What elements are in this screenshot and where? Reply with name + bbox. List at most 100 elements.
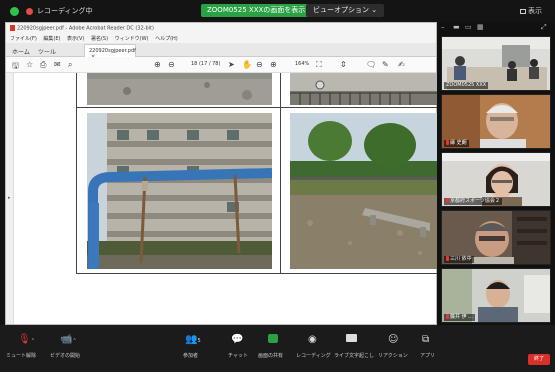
email-icon[interactable]: ✉ [54, 60, 61, 69]
sign-icon[interactable]: ✍ [398, 60, 405, 69]
muted-mic-icon [446, 198, 449, 203]
zoom-in-icon[interactable]: ⊕ [270, 60, 277, 69]
view-options-button[interactable]: ビューオプション ⌄ [306, 4, 385, 17]
chat-icon[interactable]: 💬 [231, 334, 243, 345]
zoom-window: レコーディング中 ZOOM0525 XXXの画面を表示しています ビューオプショ… [0, 0, 555, 372]
zoom-level[interactable]: 164% [295, 61, 309, 67]
document-viewport[interactable]: ▸ [6, 73, 445, 324]
start-video-button[interactable]: ビデオの開始 [50, 352, 80, 359]
live-transcript-button[interactable]: ライブ文字起こし [334, 352, 374, 359]
select-cursor-icon[interactable]: ➤ [228, 60, 235, 69]
page-down-icon[interactable]: ⊖ [168, 60, 175, 69]
expand-pane-icon[interactable]: ▸ [8, 195, 11, 201]
ground-photo-graphic [87, 73, 272, 105]
pdf-app-icon [10, 25, 15, 31]
apps-icon[interactable]: ⧉ [422, 334, 429, 345]
comment-icon[interactable]: 🗨 [366, 60, 376, 69]
acrobat-title-bar: 220920sgjpeer.pdf - Adobe Acrobat Reader… [6, 23, 436, 34]
participant-name: 三川 依中 [444, 256, 474, 263]
acrobat-window-title: 220920sgjpeer.pdf - Adobe Acrobat Reader… [17, 25, 154, 32]
participant-name-text: 藤井 伊 ... [450, 314, 473, 320]
muted-mic-icon [446, 256, 449, 261]
highlight-pen-icon[interactable]: ✎ [382, 60, 389, 69]
photo-park-bench [290, 113, 438, 269]
live-transcript-icon[interactable] [346, 334, 357, 345]
search-icon[interactable]: ⌕ [68, 60, 72, 70]
fence-photo-graphic [290, 73, 438, 105]
acrobat-menu-bar: ファイル(F) 編集(E) 表示(V) 署名(S) ウィンドウ(W) ヘルプ(H… [6, 34, 436, 43]
minimize-gallery-icon[interactable]: – [441, 23, 445, 31]
participants-count: 5 [197, 338, 201, 344]
grid-layout-icon[interactable]: ▦ [477, 23, 484, 31]
participant-name: 京都府スポーツ協会２ [444, 198, 502, 205]
print-icon[interactable]: ⎙ [40, 60, 46, 70]
apps-button[interactable]: アプリ [420, 352, 435, 359]
security-shield-icon[interactable] [10, 7, 19, 16]
menu-edit[interactable]: 編集(E) [43, 36, 60, 42]
menu-view[interactable]: 表示(V) [67, 36, 84, 42]
park-photo-graphic [290, 113, 438, 269]
menu-file[interactable]: ファイル(F) [10, 36, 37, 42]
tab-home[interactable]: ホーム [12, 47, 30, 56]
participant-name: 藤井 伊 ... [444, 314, 475, 321]
mic-muted-icon[interactable]: 🎙⌃ [18, 334, 35, 345]
tab-tools[interactable]: ツール [38, 47, 56, 56]
tab-document[interactable]: 220920sgjpeer.pdf × [84, 44, 136, 60]
photo-top-right-fence [290, 73, 438, 105]
left-pane-toggle[interactable]: ▸ [6, 73, 14, 324]
participant-name-text: 京都府スポーツ協会２ [450, 198, 500, 204]
participant-tile[interactable]: 縁 史朗 [441, 94, 551, 149]
participants-icon[interactable]: 👥5 [185, 334, 201, 345]
save-icon[interactable]: 🖫 [12, 60, 19, 74]
view-toggle-button[interactable]: 表示 [520, 6, 542, 16]
zoom-top-bar: レコーディング中 ZOOM0525 XXXの画面を表示しています ビューオプショ… [0, 0, 555, 22]
page-up-icon[interactable]: ⊕ [154, 60, 161, 69]
record-button[interactable]: レコーディング [296, 352, 331, 359]
reactions-button[interactable]: リアクション [378, 352, 408, 359]
pdf-page [76, 73, 445, 324]
unmute-button[interactable]: ミュート解除 [6, 352, 36, 359]
table-divider-horizontal [77, 107, 445, 108]
share-screen-button[interactable]: 画面の共有 [258, 352, 283, 359]
record-icon[interactable]: ◉ [308, 334, 317, 345]
expand-gallery-icon[interactable]: ⤢ [541, 23, 547, 32]
fit-page-icon[interactable]: ⛶ [316, 60, 322, 70]
participant-tile[interactable]: 京都府スポーツ協会２ [441, 152, 551, 207]
document-tab-label: 220920sgjpeer.pdf [89, 48, 136, 54]
acrobat-toolbar: 🖫 ☆ ⎙ ✉ ⌕ ⊕ ⊖ 18 (17 / 78) ➤ ✋ ⊖ ⊕ 164% … [6, 57, 436, 73]
chat-button[interactable]: チャット [228, 352, 248, 359]
photo-top-left-ground [87, 73, 272, 105]
menu-help[interactable]: ヘルプ(H) [155, 36, 178, 42]
end-meeting-button[interactable]: 終了 [528, 354, 550, 365]
recording-label: レコーディング中 [37, 7, 93, 15]
video-gallery-panel: – ▬ ▭ ▦ ⤢ ZOOM0525 XXX 縁 史朗 京都府スポーツ協会２ 三… [437, 22, 555, 325]
page-indicator[interactable]: 18 (17 / 78) [191, 61, 220, 67]
participant-tile[interactable]: ZOOM0525 XXX [441, 36, 551, 91]
menu-window[interactable]: ウィンドウ(W) [115, 36, 149, 42]
view-toggle-label: 表示 [528, 7, 542, 15]
recording-indicator-icon [26, 8, 33, 15]
meeting-controls-bar: 🎙⌃ ミュート解除 📹⌃ ビデオの開始 👥5 参加者 💬 チャット 画面の共有 … [0, 325, 555, 372]
muted-mic-icon [446, 314, 449, 319]
speaker-view-icon[interactable]: ▬ [453, 23, 460, 31]
gallery-strip-icon[interactable]: ▭ [465, 23, 472, 31]
hand-tool-icon[interactable]: ✋ [242, 60, 252, 69]
share-screen-icon[interactable] [268, 334, 278, 346]
muted-mic-icon [446, 140, 449, 145]
participant-tile[interactable]: 三川 依中 [441, 210, 551, 265]
scroll-mode-icon[interactable]: ⇕ [340, 60, 347, 69]
menu-sign[interactable]: 署名(S) [91, 36, 108, 42]
bookmark-star-icon[interactable]: ☆ [26, 60, 33, 69]
reactions-icon[interactable]: ☺ [388, 334, 398, 345]
participant-tile[interactable]: 藤井 伊 ... [441, 268, 551, 323]
zoom-out-icon[interactable]: ⊖ [256, 60, 263, 69]
participant-name-text: 縁 史朗 [450, 140, 467, 146]
shared-screen-acrobat-window: 220920sgjpeer.pdf - Adobe Acrobat Reader… [5, 22, 445, 325]
participant-name: ZOOM0525 XXX [444, 82, 489, 89]
participants-button[interactable]: 参加者 [183, 352, 198, 359]
grid-view-icon [520, 8, 526, 14]
video-off-icon[interactable]: 📹⌃ [60, 334, 77, 345]
acrobat-tab-bar: ホーム ツール 220920sgjpeer.pdf × [6, 43, 436, 60]
table-divider-vertical [280, 73, 281, 274]
participant-name: 縁 史朗 [444, 140, 469, 147]
